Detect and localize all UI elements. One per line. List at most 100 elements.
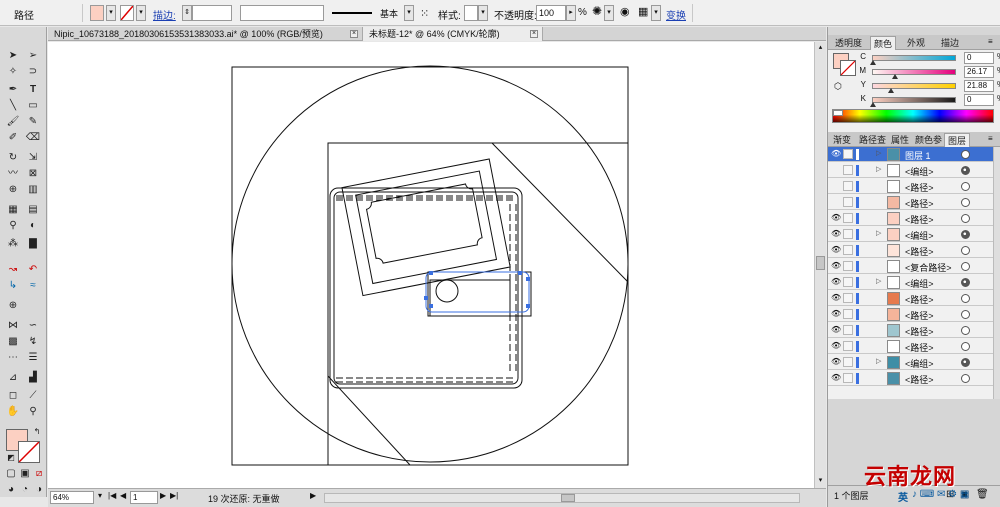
list-tool-icon[interactable]: ☰ <box>24 351 42 365</box>
color-spectrum-ramp[interactable] <box>832 109 994 123</box>
warp-tool-icon[interactable]: 〰 <box>4 167 22 181</box>
layer-row[interactable]: <路径> <box>828 179 993 194</box>
eye-hidden-icon[interactable] <box>831 197 841 207</box>
draw-inside-icon[interactable]: ◑ <box>30 483 48 497</box>
yellow-input[interactable]: 21.88 <box>964 80 994 92</box>
selection-tool-icon[interactable]: ➤ <box>4 49 22 63</box>
lock-toggle[interactable] <box>843 149 853 159</box>
zoom-dropdown-icon[interactable]: ▾ <box>98 491 102 500</box>
magenta-slider[interactable] <box>872 69 956 79</box>
layer-row[interactable]: 👁 <路径> <box>828 291 993 306</box>
scroll-up-icon[interactable]: ▴ <box>816 43 825 52</box>
target-icon[interactable] <box>961 214 970 223</box>
layer-name[interactable]: <路径> <box>905 309 934 322</box>
symbol-sprayer-tool-icon[interactable]: ⁂ <box>4 237 22 251</box>
eye-hidden-icon[interactable] <box>831 165 841 175</box>
tab-layers[interactable]: 图层 <box>944 133 971 147</box>
eye-icon[interactable]: 👁 <box>831 149 841 159</box>
layer-name[interactable]: <路径> <box>905 245 934 258</box>
brush-dropdown[interactable]: ▾ <box>404 5 414 21</box>
grid-tool-icon[interactable]: ▩ <box>4 335 22 349</box>
shadow-line-bottom[interactable] <box>327 375 411 466</box>
wave-tool-icon[interactable]: ≈ <box>24 279 42 293</box>
magenta-input[interactable]: 26.17 <box>964 66 994 78</box>
lock-toggle[interactable] <box>843 277 853 287</box>
artboard-tool-icon[interactable]: ◻ <box>4 389 22 403</box>
eye-icon[interactable]: 👁 <box>831 373 841 383</box>
join-tool-icon[interactable]: ↳ <box>4 279 22 293</box>
black-input[interactable]: 0 <box>964 94 994 106</box>
eye-icon[interactable]: 👁 <box>831 213 841 223</box>
stroke-dropdown[interactable]: ▾ <box>136 5 146 21</box>
eye-icon[interactable]: 👁 <box>831 261 841 271</box>
close-icon[interactable]: × <box>530 30 538 38</box>
layer-row[interactable]: 👁 <路径> <box>828 323 993 338</box>
eye-hidden-icon[interactable] <box>831 181 841 191</box>
horizontal-scrollbar[interactable] <box>324 493 800 503</box>
artboard-number-select[interactable]: 1 <box>130 491 158 504</box>
layer-name[interactable]: 图层 1 <box>905 149 931 162</box>
clasp-button-path[interactable] <box>435 279 459 303</box>
stroke-label[interactable]: 描边: <box>153 7 176 22</box>
lock-toggle[interactable] <box>843 357 853 367</box>
crosshair-tool-icon[interactable]: ⊕ <box>4 299 22 313</box>
scale-tool-icon[interactable]: ⇲ <box>24 151 42 165</box>
circle-path[interactable] <box>231 65 629 463</box>
layer-row[interactable]: 👁 <路径> <box>828 243 993 258</box>
brush-definition-select[interactable]: 基本 <box>330 5 404 21</box>
lock-toggle[interactable] <box>843 245 853 255</box>
layer-name[interactable]: <路径> <box>905 181 934 194</box>
layer-row[interactable]: 👁 ▷ <编组> <box>828 355 993 370</box>
target-icon[interactable] <box>961 150 970 159</box>
twist-tool-icon[interactable]: ↯ <box>24 335 42 349</box>
target-icon[interactable] <box>961 278 970 287</box>
line-tool-icon[interactable]: ╲ <box>4 99 22 113</box>
scroll-thumb[interactable] <box>816 256 825 270</box>
blend-tool-icon[interactable]: ◐ <box>24 219 42 233</box>
layer-row[interactable]: 👁 <路径> <box>828 339 993 354</box>
tab-pathfinder[interactable]: 路径查 <box>856 133 889 147</box>
default-colors-icon[interactable]: ◩ <box>2 451 20 465</box>
tab-nipic-document[interactable]: Nipic_10673188_20180306153531383033.ai* … <box>48 27 363 41</box>
target-icon[interactable] <box>961 374 970 383</box>
expand-triangle-icon[interactable]: ▷ <box>876 357 884 367</box>
brush-options-icon[interactable]: ⁙ <box>420 7 429 20</box>
style-dropdown[interactable]: ▾ <box>478 5 488 21</box>
lock-toggle[interactable] <box>843 309 853 319</box>
stroke-weight-stepper[interactable]: ⇕ <box>182 5 192 21</box>
target-icon[interactable] <box>961 166 970 175</box>
target-icon[interactable] <box>961 342 970 351</box>
black-slider[interactable] <box>870 97 956 107</box>
opacity-input[interactable]: 100 <box>536 5 566 21</box>
vertical-scrollbar[interactable]: ▴ ▾ <box>814 42 826 488</box>
zoom-tool-icon[interactable]: ⚲ <box>24 405 42 419</box>
paintbrush-tool-icon[interactable]: 🖌 <box>4 115 22 129</box>
anchor-tool-icon[interactable]: ↶ <box>24 263 42 277</box>
tab-color-guide[interactable]: 颜色参 <box>912 133 945 147</box>
recolor-artwork-icon[interactable]: ✺ <box>592 4 602 18</box>
mesh-tool-icon[interactable]: ▦ <box>4 203 22 217</box>
layer-name[interactable]: <路径> <box>905 373 934 386</box>
tab-appearance[interactable]: 外观 <box>904 36 928 50</box>
target-icon[interactable] <box>961 230 970 239</box>
shape-builder-tool-icon[interactable]: ⊕ <box>4 183 22 197</box>
layer-row[interactable]: <路径> <box>828 195 993 210</box>
layers-scrollbar[interactable] <box>993 147 1000 399</box>
stroke-weight-input[interactable] <box>192 5 232 21</box>
lock-toggle[interactable] <box>843 325 853 335</box>
layer-name[interactable]: <编组> <box>905 165 934 178</box>
expand-triangle-icon[interactable]: ▷ <box>876 229 884 239</box>
layer-row[interactable]: 👁 <路径> <box>828 211 993 226</box>
cyan-slider[interactable] <box>870 55 956 65</box>
lock-toggle[interactable] <box>843 293 853 303</box>
shadow-line-top[interactable] <box>491 142 629 283</box>
isolate-icon[interactable]: ◉ <box>620 5 630 18</box>
layer-name[interactable]: <路径> <box>905 197 934 210</box>
panel-menu-icon[interactable]: ≡ <box>988 37 993 46</box>
eye-icon[interactable]: 👁 <box>831 341 841 351</box>
target-icon[interactable] <box>961 182 970 191</box>
layer-row[interactable]: 👁 ▷ <编组> <box>828 227 993 242</box>
layer-name[interactable]: <路径> <box>905 325 934 338</box>
layer-name[interactable]: <路径> <box>905 213 934 226</box>
eye-icon[interactable]: 👁 <box>831 277 841 287</box>
